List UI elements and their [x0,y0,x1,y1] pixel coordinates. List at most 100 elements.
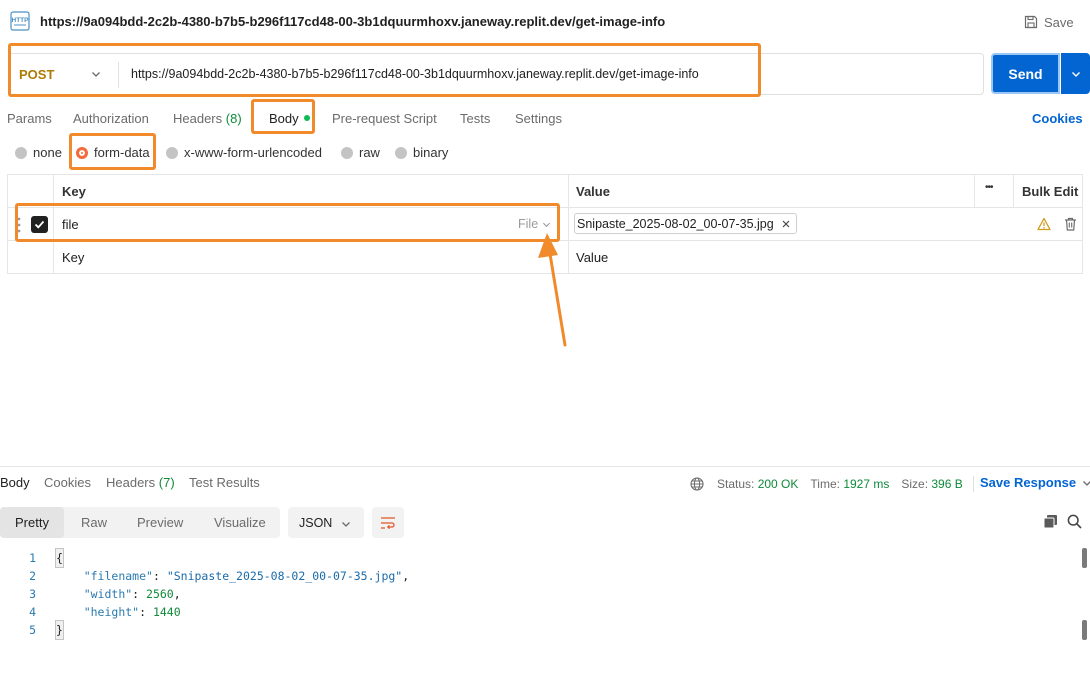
save-label: Save [1044,14,1074,30]
code-line: 4 "height": 1440 [0,603,1078,621]
globe-icon[interactable] [690,477,704,491]
radio-raw-label: raw [359,145,380,160]
header-value: Value [576,184,610,199]
chevron-down-icon [543,222,551,227]
tab-headers-label: Headers [173,111,223,126]
new-key-input[interactable]: Key [62,250,84,265]
scrollbar-thumb[interactable] [1082,548,1087,568]
drag-handle-icon[interactable] [17,217,21,233]
url-input[interactable]: https://9a094bdd-2c2b-4380-b7b5-b296f117… [131,67,699,81]
search-icon[interactable] [1067,514,1082,529]
view-raw[interactable]: Raw [81,507,107,538]
view-mode-tabs: Pretty Raw Preview Visualize [0,507,280,538]
more-options-icon[interactable]: ••• [985,182,993,193]
format-label: JSON [299,515,333,530]
chevron-down-icon [92,72,100,77]
trash-icon[interactable] [1064,217,1077,231]
code-text: "height": 1440 [83,605,181,619]
code-line: 1 { [0,548,1078,568]
body-type-selector: none form-data x-www-form-urlencoded raw… [0,145,600,165]
resp-tab-test-results[interactable]: Test Results [189,475,260,490]
time-value: 1927 ms [843,477,890,491]
radio-urlencoded-label: x-www-form-urlencoded [184,145,322,160]
resp-tab-cookies[interactable]: Cookies [44,475,91,490]
key-type-label: File [518,217,539,231]
new-value-input[interactable]: Value [576,250,608,265]
wrap-lines-button[interactable] [372,507,404,538]
format-select[interactable]: JSON [288,507,364,538]
cookies-link[interactable]: Cookies [1032,111,1083,126]
save-button[interactable]: Save [1024,12,1074,32]
tab-body-label: Body [269,111,299,126]
radio-none-label: none [33,145,62,160]
resp-headers-label: Headers [106,475,156,490]
radio-form-data-label: form-data [94,145,150,160]
radio-none[interactable]: none [15,145,62,160]
line-number: 1 [29,551,36,565]
row-key[interactable]: file [62,217,79,232]
file-name: Snipaste_2025-08-02_00-07-35.jpg [577,216,774,231]
resp-tab-headers[interactable]: Headers (7) [106,475,175,490]
selected-file-chip: Snipaste_2025-08-02_00-07-35.jpg [574,213,797,234]
response-status: Status: 200 OK Time: 1927 ms Size: 396 B [690,475,974,493]
method-select[interactable]: POST [9,54,119,94]
close-icon[interactable] [782,220,790,228]
size-value: 396 B [931,477,963,491]
save-icon [1024,15,1038,29]
method-divider [118,62,119,88]
headers-count: (8) [225,111,242,126]
row-enabled-checkbox[interactable] [31,216,48,233]
radio-dot [341,146,353,159]
header-key: Key [62,184,86,199]
send-button[interactable]: Send [991,53,1060,94]
resp-tab-body[interactable]: Body [0,475,30,490]
code-text: } [55,620,64,640]
bulk-edit-button[interactable]: Bulk Edit [1022,184,1078,199]
copy-icon[interactable] [1043,514,1058,529]
save-response-button[interactable]: Save Response [980,475,1090,490]
view-pretty[interactable]: Pretty [0,507,64,538]
save-response-label: Save Response [980,475,1077,490]
method-label: POST [19,66,55,82]
table-header: Key Value ••• Bulk Edit [8,175,1082,208]
tab-headers[interactable]: Headers (8) [173,111,242,126]
tab-authorization[interactable]: Authorization [73,111,149,126]
json-punct: , [402,569,410,583]
radio-binary-label: binary [413,145,449,160]
radio-raw[interactable]: raw [341,145,380,160]
send-options-button[interactable] [1061,53,1090,94]
scrollbar[interactable] [1082,548,1087,675]
http-icon: HTTP [10,11,30,31]
view-visualize[interactable]: Visualize [214,507,266,538]
code-text: { [55,548,64,568]
response-body-code: 1 { 2 "filename": "Snipaste_2025-08-02_0… [0,548,1078,640]
json-value: 1440 [152,605,181,619]
wrap-lines-icon [381,516,395,529]
radio-x-www-form-urlencoded[interactable]: x-www-form-urlencoded [166,145,322,160]
scrollbar-thumb[interactable] [1082,620,1087,640]
resp-headers-count: (7) [158,475,175,490]
key-type-select[interactable]: File [518,217,551,231]
view-preview[interactable]: Preview [137,507,183,538]
tab-pre-request-script[interactable]: Pre-request Script [332,111,437,126]
body-indicator-dot [303,115,310,121]
tab-settings[interactable]: Settings [515,111,562,126]
chevron-down-icon [1083,480,1090,486]
table-row-empty: Key Value [8,241,1082,274]
tab-body[interactable]: Body [269,111,310,126]
time-label: Time: [810,477,840,491]
radio-dot [15,146,27,159]
warning-icon[interactable] [1037,217,1051,231]
tab-tests[interactable]: Tests [460,111,490,126]
radio-dot [395,146,407,159]
code-line: 5 } [0,620,1078,640]
json-key: "height" [83,605,140,619]
radio-binary[interactable]: binary [395,145,448,160]
radio-form-data[interactable]: form-data [76,145,150,160]
svg-text:HTTP: HTTP [12,17,30,24]
json-value: "Snipaste_2025-08-02_00-07-35.jpg" [166,569,403,583]
request-title[interactable]: https://9a094bdd-2c2b-4380-b7b5-b296f117… [40,14,665,29]
radio-dot-selected [76,146,88,159]
json-value: 2560 [146,587,174,601]
tab-params[interactable]: Params [7,111,52,126]
